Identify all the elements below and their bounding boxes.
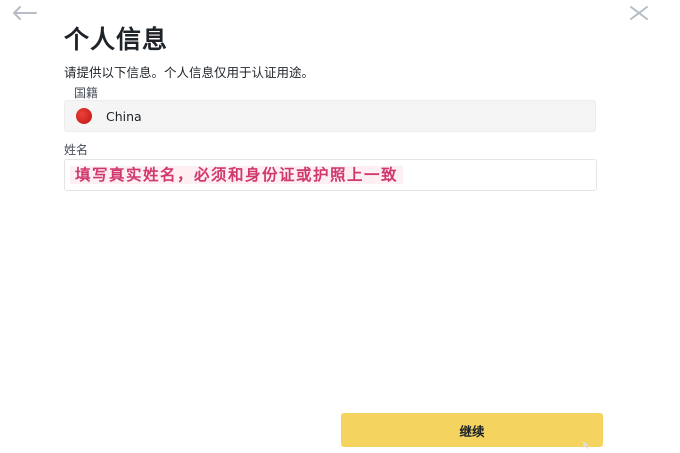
personal-info-page: 个人信息 请提供以下信息。个人信息仅用于认证用途。 国籍 China 姓名 填写… [0,0,680,453]
arrow-left-icon [13,6,37,20]
continue-button[interactable]: 继续 [341,413,603,447]
china-flag-icon [76,108,92,124]
mouse-cursor-icon [583,441,589,449]
close-button[interactable] [628,4,650,22]
page-subtitle: 请提供以下信息。个人信息仅用于认证用途。 [64,65,315,80]
page-title: 个人信息 [64,25,169,54]
nationality-select[interactable]: China [64,100,596,132]
name-label: 姓名 [64,143,89,157]
nationality-value: China [106,108,142,124]
name-input[interactable]: 填写真实姓名，必须和身份证或护照上一致 [64,159,597,191]
continue-button-label: 继续 [459,424,485,439]
back-button[interactable] [10,2,38,24]
name-input-hint: 填写真实姓名，必须和身份证或护照上一致 [70,166,404,184]
nationality-label: 国籍 [74,86,99,100]
close-icon [630,6,648,20]
